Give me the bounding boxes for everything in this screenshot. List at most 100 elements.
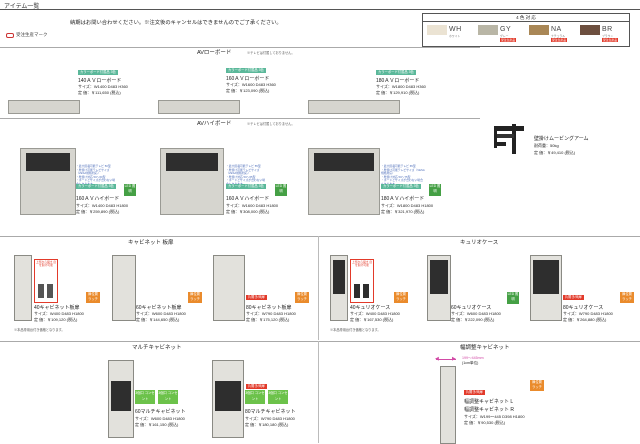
callout-text: 上部から開き 扉を開け可能 [35, 260, 57, 268]
product-image [308, 100, 400, 114]
color-panel-heading: 4 色 対 応 [423, 14, 629, 22]
outlet-badge: 3個口 コンセント [135, 390, 155, 404]
section-divider [0, 341, 640, 342]
latch-badge: 扉位置 ラッチ [620, 292, 634, 303]
item-price: 定 価：￥321,970 (税込) [381, 209, 425, 214]
door-type-tag: 片開き/両扉 [563, 295, 584, 300]
cabinet-footnote: ※本品専用台付き価格となります。 [14, 328, 65, 332]
item-price: 定 価：￥308,000 (税込) [226, 209, 270, 214]
led-lighting-badge: LED 照明 [507, 292, 519, 304]
item-price: 定 価：￥161,150 (税込) [135, 422, 179, 427]
item-name: 180ＡＶハイボード [381, 196, 425, 202]
glass-interior [533, 260, 559, 294]
product-image [330, 255, 348, 321]
multi-item-2: 片開き/両扉 3個口 コンセント 3個口 コンセント 80マルチキャビネット サ… [212, 360, 316, 442]
item-price: 定 価：￥259,890 (税込) [76, 209, 120, 214]
product-image [158, 100, 240, 114]
glass-interior [430, 260, 448, 294]
adjust-title: 幅調整キャビネット [460, 345, 510, 351]
door-illustration [38, 284, 44, 298]
item-price: 定 価：￥129,910 (税込) [376, 90, 420, 95]
adjust-item: ◀ ▶ 199〜445mm (1cm単位) 片開き/両扉 幅調整キャビネット L… [435, 356, 556, 444]
product-image [308, 148, 380, 215]
color-board-badge: カラーボード付属品 3色 [226, 184, 266, 189]
item-price: 定 価：￥264,880 (税込) [563, 317, 607, 322]
led-lighting-badge: LED 照明 [275, 184, 287, 196]
outlet-badge: 3個口 コンセント [158, 390, 178, 404]
item-name: 60キュリオケース [451, 305, 492, 311]
made-to-order-tag: 受注生産品 [551, 38, 567, 42]
product-image [530, 255, 562, 321]
av-low-item-3: カラーボード付属品 3色 180ＡＶローボード サイズ：W1800 D483 H… [308, 62, 458, 120]
latch-badge: 扉位置 ラッチ [530, 380, 544, 391]
product-image [213, 255, 245, 321]
item-name: 40キャビネット板扉 [34, 305, 80, 311]
item-name-l: 幅調整キャビネット L [464, 399, 514, 405]
item-name-r: 幅調整キャビネット R [464, 407, 515, 413]
color-board-badge: カラーボード付属品 3色 [78, 70, 118, 75]
notice-text: 納期はお問い合わせください。※注文後のキャンセルはできませんのでご了承ください。 [70, 20, 282, 26]
product-image [8, 100, 80, 114]
latch-badge: 扉位置 ラッチ [394, 292, 408, 303]
cabinet-item-3: 片開き/両扉 80キャビネット板扉 サイズ：W790 D483 H1800 定 … [213, 255, 313, 335]
arrow-right-icon: ▶ [452, 356, 456, 362]
door-illustration [47, 284, 53, 298]
arrow-left-icon: ◀ [435, 356, 439, 362]
color-board-badge: カラーボード付属品 3色 [226, 68, 266, 73]
curio-title: キュリオケース [460, 240, 499, 246]
made-to-order-icon [6, 32, 14, 38]
product-image [427, 255, 451, 321]
glass-interior [333, 260, 345, 294]
item-name: 80キャビネット板扉 [246, 305, 292, 311]
tv-opening [314, 153, 374, 171]
product-image [212, 360, 244, 438]
color-swatch-br: BR ブラウン 受注生産品 [578, 23, 622, 45]
column-divider [318, 341, 319, 443]
outlet-badge: 3個口 コンセント [245, 390, 265, 404]
door-callout: 上部から開き 扉を開け可能 [34, 259, 58, 303]
made-to-order-tag: 受注生産品 [500, 38, 516, 42]
item-price: 定 価：￥175,120 (税込) [246, 317, 290, 322]
section-divider [0, 236, 640, 237]
product-image [440, 366, 456, 444]
item-name: 壁掛けムービングアーム [534, 136, 589, 142]
item-name: 40キュリオケース [350, 305, 391, 311]
color-chip [427, 25, 447, 35]
av-high-item-3: ・最大搭載可能テレビ 65型 ・壁掛け可能テレビサイズ（VESA規格対応） ・壁… [308, 148, 458, 220]
item-name: 80キュリオケース [563, 305, 604, 311]
color-code: NA [551, 26, 562, 33]
item-name: 180ＡＶローボード [376, 78, 420, 84]
color-panel: 4 色 対 応 WH ホワイト GY グレー 受注生産品 NA ナチュラル 受注… [422, 13, 630, 47]
product-image [14, 255, 32, 321]
section-divider [0, 118, 480, 119]
header-divider [0, 9, 640, 10]
color-swatch-na: NA ナチュラル 受注生産品 [527, 23, 571, 45]
color-board-badge: カラーボード付属品 3色 [76, 184, 116, 189]
color-code: BR [602, 26, 613, 33]
item-price: 定 価：￥222,090 (税込) [451, 317, 495, 322]
item-name: 60キャビネット板扉 [136, 305, 182, 311]
color-chip [580, 25, 600, 35]
open-shelf [111, 381, 131, 411]
legend-key-label: 受注生産マーク [16, 32, 48, 37]
latch-badge: 扉位置 ラッチ [295, 292, 309, 303]
av-low-title: AVローボード [197, 50, 232, 56]
item-name: 80マルチキャビネット [245, 409, 296, 415]
av-high-title: AVハイボード [197, 121, 232, 127]
color-code: GY [500, 26, 512, 33]
item-price: 定 価：￥180,180 (税込) [245, 422, 289, 427]
section-divider [0, 47, 480, 48]
curio-item-3: 片開き/両扉 80キュリオケース サイズ：W790 D483 H1800 定 価… [530, 255, 638, 335]
item-price: 定 価：￥111,650 (税込) [78, 90, 121, 95]
item-name: 160ＡＶハイボード [76, 196, 120, 202]
item-name: 140ＡＶローボード [78, 78, 122, 84]
item-name: 160ＡＶローボード [226, 76, 270, 82]
product-image [108, 360, 134, 438]
product-image [160, 148, 224, 215]
color-swatch-wh: WH ホワイト [425, 23, 469, 45]
item-name: 160ＡＶハイボード [226, 196, 270, 202]
door-illustration [363, 284, 369, 298]
multi-title: マルチキャビネット [132, 345, 182, 351]
av-high-item-1: ・最大搭載可能テレビ 50型 ・壁掛け可能テレビサイズ（VESA規格対応） ・壁… [20, 148, 160, 220]
tv-opening [26, 153, 70, 171]
